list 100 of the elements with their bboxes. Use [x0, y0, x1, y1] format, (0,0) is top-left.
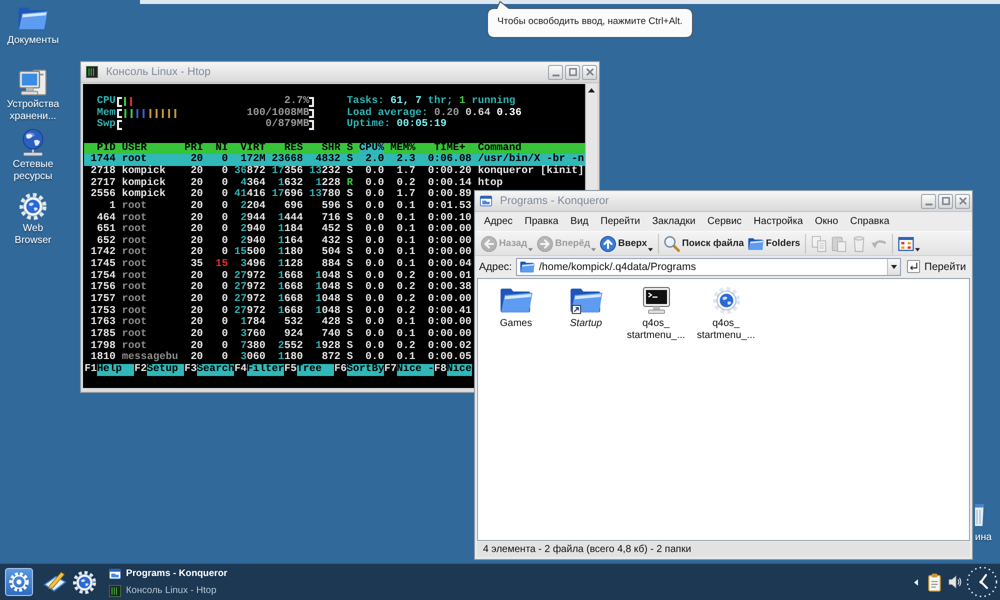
caret-icon: [591, 248, 596, 252]
minimize-button[interactable]: [921, 194, 936, 208]
arrow-left-icon[interactable]: [914, 578, 918, 586]
meter-label: Mem: [96, 108, 116, 119]
folder-icon: [520, 260, 535, 272]
arrow-left-icon: [481, 236, 497, 252]
folder-icon[interactable]: [570, 287, 602, 314]
process-row[interactable]: 1753 root 20 0 27972 1668 1048 S 0.0 0.2 0:00.41: [84, 306, 472, 318]
application-menu-button[interactable]: [5, 568, 33, 596]
column-header[interactable]: RES: [272, 142, 303, 154]
process-row[interactable]: 1798 root 20 0 7380 2552 1928 S 0.0 0.2 0:00.02: [84, 340, 472, 352]
process-row[interactable]: 652 root 20 0 2940 1164 432 S 0.0 0.1 0:00.00: [84, 236, 472, 248]
minimize-button[interactable]: [548, 64, 563, 80]
desktop-icon-label[interactable]: Сетевые ресурсы: [12, 159, 54, 182]
meter-reading: 100/1008MB: [246, 108, 310, 119]
process-row[interactable]: 2717 kompick 20 0 4364 1632 1228 R 0.0 0.2 0:00.14 htop: [84, 178, 503, 190]
file-label[interactable]: Games: [500, 318, 532, 330]
address-label: Адрес:: [479, 260, 512, 272]
close-button[interactable]: [582, 64, 597, 80]
process-row[interactable]: 1745 root 35 15 3496 1128 884 S 0.0 0.1 0:00.04: [84, 259, 472, 271]
close-icon: [586, 68, 594, 76]
process-row[interactable]: 1756 root 20 0 27972 1668 1048 S 0.0 0.2 0:00.38: [84, 282, 472, 294]
column-header[interactable]: SHR: [309, 142, 340, 154]
close-button[interactable]: [955, 194, 970, 208]
file-manager-icon: [109, 568, 121, 580]
arrow-right-icon: [537, 236, 554, 252]
column-header[interactable]: NI: [209, 142, 228, 154]
up-button[interactable]: Вверх: [598, 232, 655, 254]
menu-item[interactable]: Вид: [564, 216, 595, 227]
process-row[interactable]: 1754 root 20 0 27972 1668 1048 S 0.0 0.2 0:00.01: [84, 270, 472, 282]
file-label[interactable]: q4os_ startmenu_...: [696, 318, 756, 342]
taskbar-button[interactable]: Консоль Linux - Htop: [109, 582, 228, 598]
address-field[interactable]: /home/kompick/.q4data/Programs: [516, 258, 902, 276]
folder-icon[interactable]: [500, 287, 532, 314]
column-header[interactable]: PID: [84, 142, 116, 154]
menu-item[interactable]: Сервис: [701, 216, 748, 227]
menu-item[interactable]: Правка: [518, 216, 564, 227]
taskbar-button[interactable]: Programs - Konqueror: [109, 566, 228, 582]
process-row[interactable]: 1757 root 20 0 27972 1668 1048 S 0.0 0.2 0:00.00: [84, 294, 472, 306]
process-row[interactable]: 2556 kompick 20 0 41416 17696 13780 S 0.0 1.7 0:00.89: [84, 189, 472, 201]
maximize-icon: [942, 197, 950, 205]
pencil-icon[interactable]: [43, 571, 67, 593]
folder-icon[interactable]: [18, 5, 48, 32]
clock-icon[interactable]: [966, 566, 998, 598]
return-icon: [907, 260, 920, 273]
summary-line: Load average: 0.20 0.64 0.36: [346, 108, 522, 119]
menu-item[interactable]: Настройка: [748, 216, 809, 227]
maximize-button[interactable]: [565, 64, 580, 80]
desktop-icon-label[interactable]: ина: [975, 532, 992, 544]
desktop-icon-label[interactable]: Документы: [7, 35, 59, 46]
menu-item[interactable]: Перейти: [594, 216, 646, 227]
folder-icon: [748, 236, 764, 252]
arrow-up-icon: [600, 236, 616, 252]
process-row[interactable]: 1763 root 20 0 1784 532 428 S 0.0 0.1 0:00.00: [84, 317, 472, 329]
caret-icon: [528, 248, 534, 252]
copy-icon: [811, 236, 828, 252]
file-label[interactable]: Startup: [570, 318, 602, 330]
desktop-icon-label[interactable]: Web Browser: [14, 223, 52, 246]
caret-icon: [915, 248, 920, 252]
find-file-button[interactable]: Поиск файла: [662, 232, 746, 254]
desktop-icon-label[interactable]: Устройства хранени...: [6, 99, 60, 122]
file-label[interactable]: q4os_ startmenu_...: [626, 318, 686, 342]
menu-item[interactable]: Окно: [808, 216, 844, 227]
column-header[interactable]: PRI: [184, 142, 204, 154]
computer-icon[interactable]: [18, 69, 48, 96]
menu-item[interactable]: Закладки: [646, 216, 702, 227]
meter-label: Swp: [96, 119, 116, 132]
column-header[interactable]: TIME+: [422, 142, 472, 154]
gear-globe-icon[interactable]: [18, 193, 48, 220]
bin-icon[interactable]: [975, 504, 984, 526]
process-row[interactable]: 1810 messagebu 20 0 3060 1180 872 S 0.0 0.1 0:00.05: [84, 352, 472, 364]
process-row[interactable]: 651 root 20 0 2940 1184 452 S 0.0 0.1 0:00.00: [84, 224, 472, 236]
process-row[interactable]: 1 root 20 0 2204 696 596 S 0.0 0.1 0:01.53: [84, 200, 472, 213]
column-header[interactable]: MEM%: [390, 142, 416, 154]
menu-item[interactable]: Справка: [844, 216, 896, 227]
caret-icon: [891, 264, 898, 268]
maximize-button[interactable]: [938, 194, 953, 208]
scrollbar[interactable]: [585, 84, 597, 191]
terminal-icon: [86, 66, 98, 78]
process-row[interactable]: 1742 root 20 0 15500 1180 504 S 0.0 0.1 0:00.00: [84, 247, 472, 260]
folders-button[interactable]: Folders: [746, 232, 802, 254]
column-header[interactable]: S: [346, 142, 353, 154]
gear-icon: [9, 572, 29, 592]
gear-globe-icon[interactable]: [73, 570, 96, 594]
meter-reading: 2.7%: [284, 96, 310, 108]
process-row[interactable]: 1744 root 20 0 172M 23668 4832 S 2.0 2.3 0:06.08 /usr/bin/X -br -n: [84, 154, 585, 166]
process-row[interactable]: 464 root 20 0 2944 1444 716 S 0.0 0.1 0:00.10: [84, 212, 472, 224]
column-header[interactable]: VIRT: [234, 142, 266, 154]
column-header[interactable]: USER: [122, 142, 178, 154]
meter-label: CPU: [96, 96, 116, 108]
summary-line: Tasks: 61, 7 thr; 1 running: [346, 96, 516, 108]
column-header[interactable]: Command: [478, 142, 522, 154]
menu-item[interactable]: Адрес: [478, 216, 519, 227]
process-row[interactable]: 1785 root 20 0 3760 924 740 S 0.0 0.1 0:00.00: [84, 328, 472, 341]
tooltip: Чтобы освободить ввод, нажмите Ctrl+Alt.: [487, 1, 693, 38]
speaker-icon[interactable]: [948, 575, 962, 589]
process-row[interactable]: 2718 kompick 20 0 36872 17356 13232 S 0.0 1.7 0:00.20 konqueror [kinit]: [84, 166, 584, 178]
clipboard-icon[interactable]: [928, 572, 941, 592]
go-button[interactable]: Перейти: [905, 257, 968, 276]
dropdown-button[interactable]: [887, 258, 900, 274]
